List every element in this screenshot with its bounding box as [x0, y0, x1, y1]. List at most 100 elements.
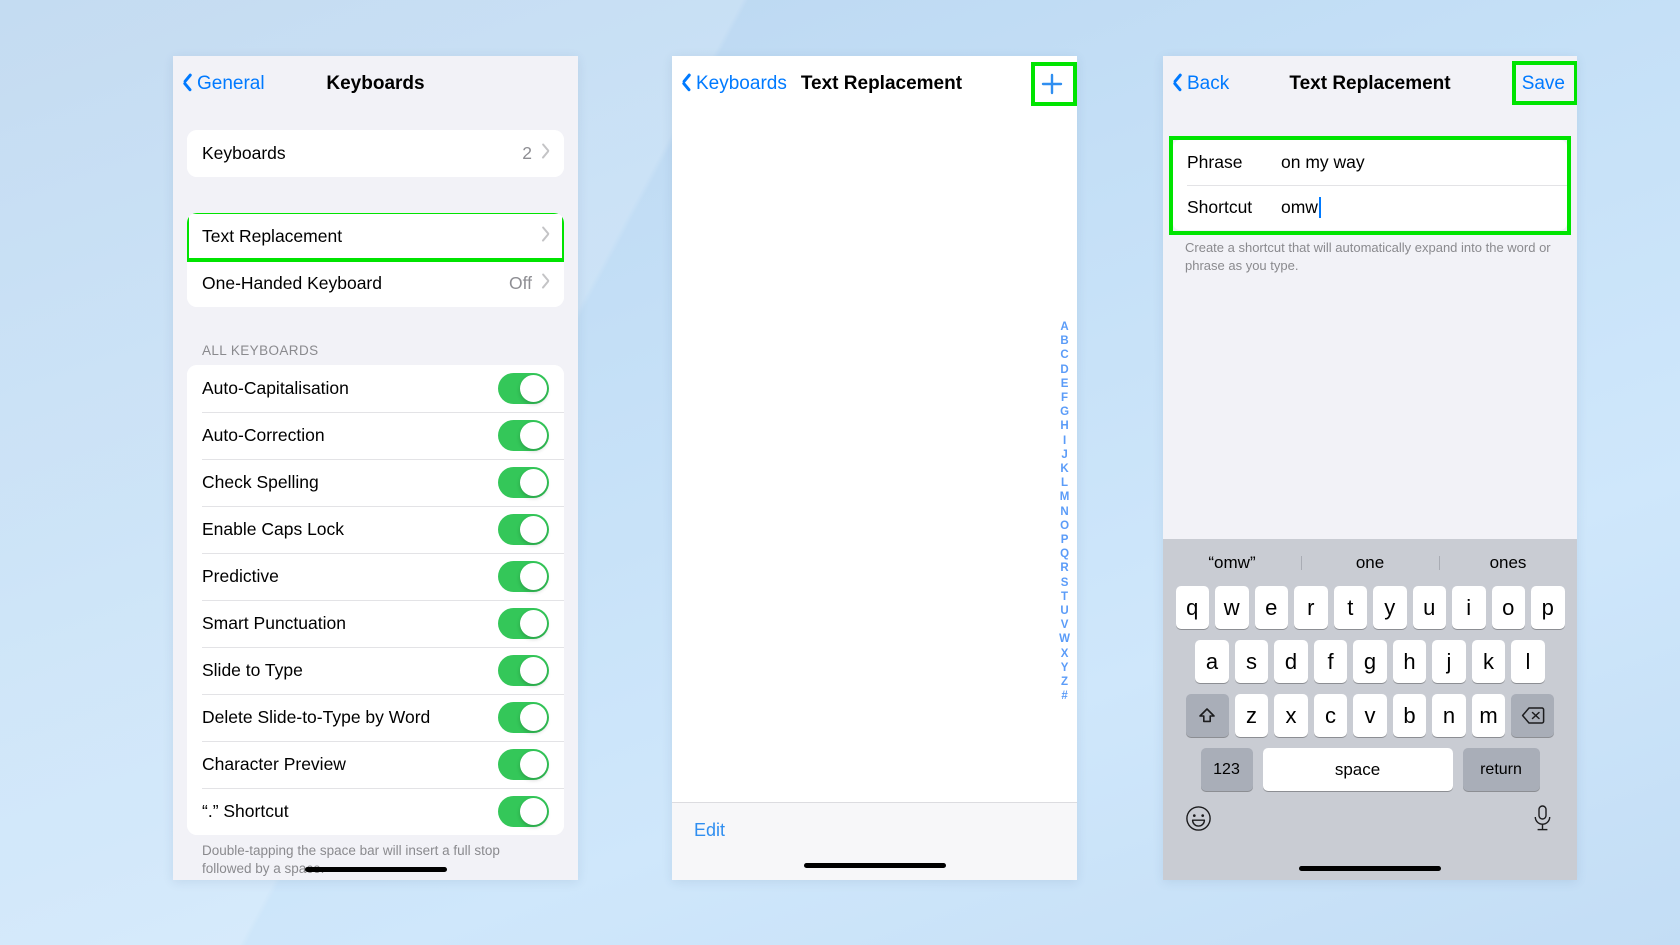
key-g[interactable]: g — [1353, 640, 1387, 683]
alpha-index-letter[interactable]: Y — [1061, 661, 1069, 675]
alpha-index-letter[interactable]: # — [1061, 689, 1067, 703]
alpha-index-letter[interactable]: Q — [1060, 547, 1069, 561]
suggestion-chip[interactable]: “omw” — [1163, 553, 1301, 573]
key-f[interactable]: f — [1313, 640, 1348, 683]
list-item-one-handed-keyboard[interactable]: One-Handed Keyboard Off — [187, 260, 564, 307]
shift-key[interactable] — [1185, 694, 1229, 737]
alpha-index-letter[interactable]: U — [1060, 604, 1068, 618]
alpha-index-letter[interactable]: I — [1063, 434, 1066, 448]
phrase-input[interactable]: on my way — [1281, 152, 1365, 173]
key-i[interactable]: i — [1452, 586, 1486, 629]
key-u[interactable]: u — [1412, 586, 1446, 629]
key-v[interactable]: v — [1353, 694, 1387, 737]
alpha-index-letter[interactable]: N — [1060, 505, 1068, 519]
backspace-key[interactable] — [1511, 694, 1555, 737]
suggestion-chip[interactable]: one — [1301, 553, 1439, 573]
alpha-index-letter[interactable]: G — [1060, 405, 1069, 419]
toggle-switch[interactable] — [498, 373, 549, 404]
toggle-row[interactable]: Auto-Correction — [187, 412, 564, 459]
alpha-index-letter[interactable]: J — [1061, 448, 1067, 462]
key-o[interactable]: o — [1491, 586, 1525, 629]
alpha-index-letter[interactable]: E — [1061, 377, 1069, 391]
list-item-text-replacement[interactable]: Text Replacement — [187, 213, 564, 260]
key-j[interactable]: j — [1432, 640, 1466, 683]
toggle-switch[interactable] — [498, 655, 549, 686]
toggle-row[interactable]: Character Preview — [187, 741, 564, 788]
alpha-index-letter[interactable]: O — [1060, 519, 1069, 533]
key-r[interactable]: r — [1294, 586, 1328, 629]
alpha-index-letter[interactable]: P — [1061, 533, 1069, 547]
alpha-index-letter[interactable]: W — [1059, 632, 1070, 646]
key-w[interactable]: w — [1215, 586, 1249, 629]
toggle-row[interactable]: Predictive — [187, 553, 564, 600]
key-k[interactable]: k — [1471, 640, 1506, 683]
key-p[interactable]: p — [1531, 586, 1565, 629]
form-row-shortcut[interactable]: Shortcut omw — [1173, 185, 1567, 230]
alpha-index-letter[interactable]: V — [1061, 618, 1069, 632]
alpha-index-letter[interactable]: C — [1060, 348, 1068, 362]
key-c[interactable]: c — [1313, 694, 1348, 737]
edit-button[interactable]: Edit — [694, 820, 725, 841]
alpha-index-letter[interactable]: Z — [1061, 675, 1068, 689]
save-button[interactable]: Save — [1511, 61, 1577, 105]
key-l[interactable]: l — [1511, 640, 1545, 683]
toggle-row[interactable]: Auto-Capitalisation — [187, 365, 564, 412]
alpha-index-letter[interactable]: L — [1061, 476, 1068, 490]
toggle-row[interactable]: Delete Slide-to-Type by Word — [187, 694, 564, 741]
toggle-row[interactable]: Smart Punctuation — [187, 600, 564, 647]
key-q[interactable]: q — [1175, 586, 1209, 629]
toggle-switch[interactable] — [498, 561, 549, 592]
key-b[interactable]: b — [1392, 694, 1427, 737]
toggle-switch[interactable] — [498, 514, 549, 545]
toggle-switch[interactable] — [498, 796, 549, 827]
alpha-index-letter[interactable]: B — [1060, 334, 1068, 348]
toggle-switch[interactable] — [498, 420, 549, 451]
text-replacement-form: Phrase on my way Shortcut omw — [1173, 140, 1567, 230]
toggle-switch[interactable] — [498, 467, 549, 498]
key-a[interactable]: a — [1195, 640, 1229, 683]
microphone-icon[interactable] — [1530, 804, 1555, 837]
key-t[interactable]: t — [1333, 586, 1367, 629]
numbers-key[interactable]: 123 — [1200, 748, 1253, 791]
smiley-face-icon[interactable] — [1185, 805, 1212, 837]
form-row-phrase[interactable]: Phrase on my way — [1173, 140, 1567, 185]
key-x[interactable]: x — [1274, 694, 1308, 737]
key-m[interactable]: m — [1471, 694, 1506, 737]
alphabet-index-scrubber[interactable]: A B C D E F G H I J K L M N O P Q R S T U V W X Y Z # — [1059, 320, 1070, 703]
shortcut-input[interactable]: omw — [1281, 197, 1321, 218]
key-n[interactable]: n — [1432, 694, 1466, 737]
alpha-index-letter[interactable]: D — [1060, 363, 1068, 377]
back-button-keyboards[interactable]: Keyboards — [672, 73, 787, 95]
list-item-keyboards[interactable]: Keyboards 2 — [187, 130, 564, 177]
toggle-switch[interactable] — [498, 749, 549, 780]
alpha-index-letter[interactable]: F — [1061, 391, 1068, 405]
toggle-row[interactable]: “.” Shortcut — [187, 788, 564, 835]
key-y[interactable]: y — [1373, 586, 1407, 629]
back-button-general[interactable]: General — [173, 73, 265, 95]
alpha-index-letter[interactable]: M — [1060, 490, 1070, 504]
alpha-index-letter[interactable]: S — [1061, 576, 1069, 590]
alpha-index-letter[interactable]: X — [1061, 647, 1069, 661]
key-d[interactable]: d — [1274, 640, 1308, 683]
chevron-right-icon — [540, 146, 549, 161]
alpha-index-letter[interactable]: T — [1061, 590, 1068, 604]
space-key[interactable]: space — [1262, 748, 1453, 791]
back-button[interactable]: Back — [1163, 73, 1229, 95]
suggestion-chip[interactable]: ones — [1439, 553, 1577, 573]
key-e[interactable]: e — [1254, 586, 1288, 629]
toggle-switch[interactable] — [498, 702, 549, 733]
chevron-left-icon — [182, 75, 193, 94]
alpha-index-letter[interactable]: A — [1060, 320, 1068, 334]
alpha-index-letter[interactable]: R — [1060, 561, 1068, 575]
alpha-index-letter[interactable]: H — [1060, 419, 1068, 433]
add-entry-button[interactable] — [1031, 62, 1077, 106]
toggle-row[interactable]: Enable Caps Lock — [187, 506, 564, 553]
toggle-switch[interactable] — [498, 608, 549, 639]
key-s[interactable]: s — [1234, 640, 1269, 683]
key-z[interactable]: z — [1234, 694, 1269, 737]
alpha-index-letter[interactable]: K — [1060, 462, 1068, 476]
return-key[interactable]: return — [1462, 748, 1540, 791]
toggle-row[interactable]: Check Spelling — [187, 459, 564, 506]
toggle-row[interactable]: Slide to Type — [187, 647, 564, 694]
key-h[interactable]: h — [1392, 640, 1427, 683]
